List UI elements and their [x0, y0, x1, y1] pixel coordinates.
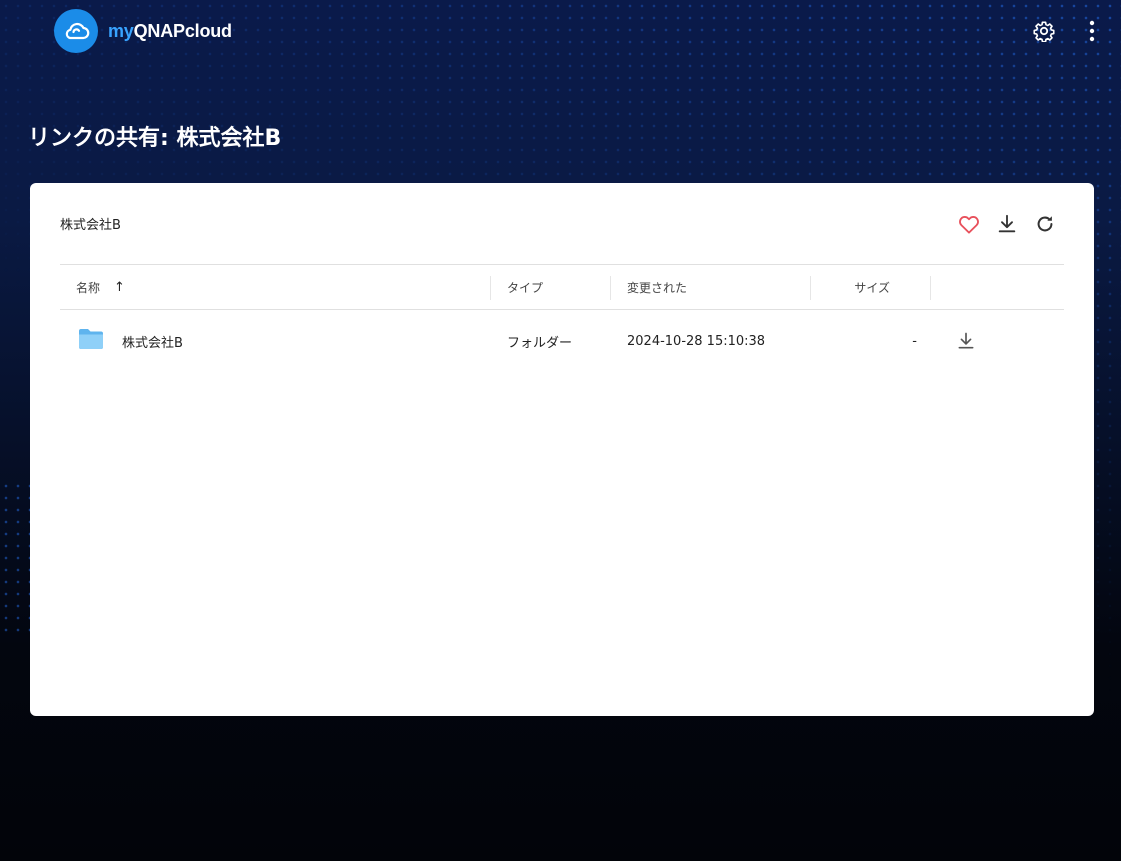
- card-header: 株式会社B: [60, 183, 1064, 265]
- top-bar: myQNAPcloud: [0, 0, 1121, 62]
- column-header-actions: [931, 276, 1064, 300]
- download-icon[interactable]: [996, 213, 1018, 235]
- file-modified: 2024-10-28 15:10:38: [627, 333, 766, 349]
- more-vertical-icon[interactable]: [1089, 20, 1095, 42]
- logo[interactable]: myQNAPcloud: [54, 9, 232, 53]
- refresh-icon[interactable]: [1034, 213, 1056, 235]
- sort-ascending-icon[interactable]: ↑: [114, 280, 125, 295]
- file-size: -: [912, 333, 917, 349]
- cloud-icon: [54, 9, 98, 53]
- gear-icon[interactable]: [1033, 20, 1055, 42]
- file-list-card: 株式会社B 名称 ↑ タイプ 変更された サイズ 株式会社B フォルダー 202…: [30, 183, 1094, 716]
- column-header-type[interactable]: タイプ: [491, 275, 611, 300]
- column-header-name[interactable]: 名称 ↑: [60, 275, 491, 300]
- table-row[interactable]: 株式会社B フォルダー 2024-10-28 15:10:38 -: [60, 311, 1064, 371]
- table-header: 名称 ↑ タイプ 変更された サイズ: [60, 266, 1064, 310]
- download-icon[interactable]: [956, 331, 976, 351]
- brand-name: myQNAPcloud: [108, 20, 232, 41]
- heart-icon[interactable]: [958, 214, 980, 234]
- folder-icon: [78, 328, 104, 354]
- file-type: フォルダー: [507, 335, 573, 351]
- column-header-modified[interactable]: 変更された: [611, 275, 811, 300]
- file-name[interactable]: 株式会社B: [122, 332, 183, 351]
- current-folder-name: 株式会社B: [60, 218, 121, 233]
- page-title: リンクの共有: 株式会社B: [28, 126, 282, 151]
- column-header-size[interactable]: サイズ: [811, 275, 931, 300]
- grid-icon[interactable]: [18, 21, 38, 41]
